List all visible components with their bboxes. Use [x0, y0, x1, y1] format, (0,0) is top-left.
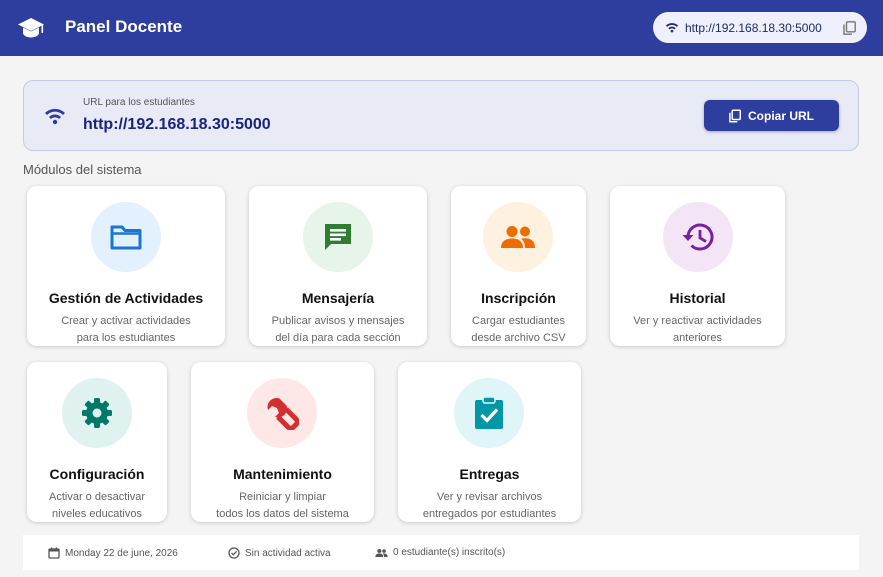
section-title: Módulos del sistema	[23, 162, 142, 177]
status-date: Monday 22 de june, 2026	[48, 547, 178, 559]
module-icon-circle	[483, 202, 553, 272]
student-url-card: URL para los estudiantes http://192.168.…	[23, 80, 859, 151]
module-icon-circle	[247, 378, 317, 448]
module-card-mensajeria[interactable]: Mensajería Publicar avisos y mensajes del…	[249, 186, 427, 346]
wrench-icon	[267, 397, 299, 430]
module-title: Inscripción	[481, 290, 556, 306]
copy-icon	[729, 109, 741, 122]
calendar-icon	[48, 547, 60, 559]
module-title: Entregas	[459, 466, 520, 482]
module-description: Ver y revisar archivos entregados por est…	[422, 491, 557, 520]
people-icon	[375, 548, 388, 557]
module-icon-circle	[454, 378, 524, 448]
module-card-configuracion[interactable]: Configuración Activar o desactivar nivele…	[27, 362, 167, 522]
module-card-entregas[interactable]: Entregas Ver y revisar archivos entregado…	[398, 362, 581, 522]
module-description: Activar o desactivar niveles educativos	[49, 491, 145, 520]
copy-icon[interactable]	[843, 21, 856, 35]
module-description: Cargar estudiantes desde archivo CSV	[471, 315, 566, 344]
module-description: Reiniciar y limpiar todos los datos del s…	[216, 491, 349, 520]
status-students: 0 estudiante(s) inscrito(s)	[375, 547, 505, 558]
module-icon-circle	[91, 202, 161, 272]
graduation-cap-icon	[18, 18, 44, 38]
student-url: http://192.168.18.30:5000	[83, 116, 271, 133]
wifi-icon	[45, 108, 65, 125]
copy-url-button[interactable]: Copiar URL	[704, 100, 839, 131]
module-icon-circle	[303, 202, 373, 272]
module-title: Mensajería	[301, 290, 375, 306]
student-url-label: URL para los estudiantes	[83, 97, 195, 108]
module-icon-circle	[62, 378, 132, 448]
chat-icon	[325, 224, 351, 250]
copy-url-label: Copiar URL	[748, 108, 814, 123]
url-pill-text: http://192.168.18.30:5000	[685, 20, 822, 35]
module-title: Gestión de Actividades	[48, 290, 204, 306]
history-icon	[682, 223, 714, 251]
folder-icon	[110, 225, 142, 250]
status-activity: Sin actividad activa	[228, 547, 331, 559]
module-description: Publicar avisos y mensajes del día para c…	[271, 315, 405, 344]
app-title: Panel Docente	[65, 17, 183, 36]
people-icon	[501, 226, 535, 248]
module-title: Historial	[669, 290, 726, 306]
status-bar: Monday 22 de june, 2026 Sin actividad ac…	[23, 535, 859, 570]
wifi-icon	[665, 23, 679, 33]
module-description: Ver y reactivar actividades anteriores	[633, 315, 762, 344]
module-card-mantenimiento[interactable]: Mantenimiento Reiniciar y limpiar todos l…	[191, 362, 374, 522]
module-title: Mantenimiento	[233, 466, 332, 482]
module-icon-circle	[663, 202, 733, 272]
module-card-inscripcion[interactable]: Inscripción Cargar estudiantes desde arch…	[451, 186, 586, 346]
module-card-historial[interactable]: Historial Ver y reactivar actividades ant…	[610, 186, 785, 346]
module-description: Crear y activar actividades para los estu…	[61, 315, 191, 344]
url-pill[interactable]: http://192.168.18.30:5000	[653, 12, 867, 43]
app-bar: Panel Docente http://192.168.18.30:5000	[0, 0, 883, 56]
check-circle-icon	[228, 547, 240, 559]
clipboard-check-icon	[475, 396, 503, 429]
module-title: Configuración	[49, 466, 145, 482]
module-card-actividades[interactable]: Gestión de Actividades Crear y activar a…	[27, 186, 225, 346]
gear-icon	[82, 398, 112, 428]
